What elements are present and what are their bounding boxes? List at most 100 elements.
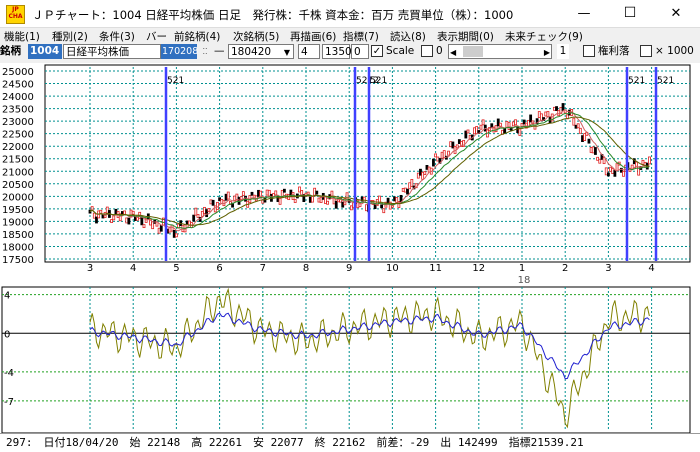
candle-bar — [330, 190, 334, 197]
zero-checkbox[interactable] — [421, 45, 433, 57]
arrow-left-icon[interactable]: ◀ — [450, 45, 456, 60]
candle-bar — [241, 191, 245, 197]
candle-bar — [157, 227, 161, 234]
param3-field[interactable]: 0 — [351, 44, 369, 59]
candle-bar — [598, 158, 602, 164]
candle-bar — [200, 210, 204, 217]
month-label: 4 — [648, 263, 654, 274]
candle-bar — [449, 141, 453, 148]
candle-bar — [311, 195, 314, 203]
maximize-button[interactable]: ☐ — [607, 0, 653, 27]
scroll-slider[interactable]: ◀ ▶ — [448, 44, 552, 59]
candle-bar — [546, 111, 550, 117]
candle-bar — [410, 179, 414, 187]
chart-area[interactable]: 25000 24500 24000 23500 23000 22500 22000 21500… — [0, 63, 700, 434]
candle-bar — [511, 121, 515, 127]
candle-bar — [110, 219, 113, 223]
stock-name-field[interactable]: 日経平均株価 — [63, 44, 161, 59]
candle-bar — [293, 199, 297, 203]
candle-bar — [187, 220, 191, 226]
param2-field[interactable]: 1350 — [322, 44, 352, 59]
candle-bar — [211, 199, 215, 206]
close-button[interactable]: ✕ — [653, 0, 699, 27]
candle-bar — [213, 205, 217, 213]
rights-checkbox[interactable] — [583, 45, 595, 57]
candle-bar — [308, 196, 312, 203]
month-label: 7 — [260, 263, 266, 274]
candle-bar — [140, 217, 144, 226]
candle-bar — [159, 224, 163, 232]
month-label: 8 — [303, 263, 309, 274]
candle-bar — [382, 208, 386, 214]
candle-bar — [380, 204, 384, 209]
arrow-right-icon[interactable]: ▶ — [544, 45, 550, 60]
event-marker-label: 521 — [657, 76, 674, 86]
candle-bar — [313, 187, 317, 196]
minimize-button[interactable]: — — [561, 0, 607, 27]
candle-bar — [572, 117, 576, 126]
scale-checkbox[interactable]: ✓ — [371, 45, 383, 57]
param1-field[interactable]: 4 — [298, 44, 320, 59]
candle-bar — [451, 141, 455, 149]
candle-bar — [578, 127, 582, 134]
spin-value[interactable]: 1 — [557, 44, 569, 59]
candle-bar — [419, 168, 422, 176]
price-axis-label: 21500 — [2, 155, 34, 166]
candle-bar — [479, 124, 483, 130]
month-label: 9 — [346, 263, 352, 274]
candle-bar — [576, 123, 580, 129]
month-label: 1 — [519, 263, 525, 274]
price-axis-label: 18000 — [2, 242, 34, 253]
candle-bar — [561, 103, 565, 111]
window-title: ＪＰチャート：1004 日経平均株価 日足 発行株：千株 資本金：百万 売買単位… — [32, 8, 514, 22]
candle-bar — [261, 199, 265, 204]
price-axis-label: 21000 — [2, 167, 34, 178]
candle-bar — [244, 195, 247, 202]
candle-bar — [365, 204, 368, 212]
candle-bar — [447, 150, 450, 156]
candle-bar — [298, 186, 301, 193]
indicator-axis-label: -7 — [4, 397, 14, 408]
candle-bar — [581, 135, 584, 143]
candle-bar — [544, 111, 548, 117]
multiplier-checkbox[interactable] — [640, 45, 652, 57]
candle-bar — [434, 153, 438, 158]
candle-bar — [455, 144, 459, 149]
candle-bar — [522, 119, 526, 125]
candle-bar — [274, 190, 278, 196]
month-label: 6 — [216, 263, 222, 274]
value-field[interactable]: 170208 — [161, 44, 198, 59]
candle-bar — [440, 151, 444, 159]
zero-label: 0 — [436, 45, 443, 57]
price-axis-label: 24000 — [2, 92, 34, 103]
slider-thumb[interactable] — [463, 46, 483, 57]
price-axis-label: 22000 — [2, 142, 34, 153]
candle-bar — [185, 220, 189, 225]
scale-label: Scale — [386, 45, 415, 57]
candle-bar — [466, 129, 470, 134]
month-label: 2 — [562, 263, 568, 274]
candle-bar — [203, 206, 206, 214]
candle-bar — [587, 138, 591, 144]
candle-bar — [105, 206, 109, 214]
price-panel-frame — [44, 64, 691, 263]
candle-bar — [615, 163, 619, 172]
candle-bar — [520, 122, 524, 127]
status-text: 297: 日付18/04/20 始 22148 高 22261 安 22077 … — [6, 436, 584, 449]
candle-bar — [174, 233, 178, 238]
candle-bar — [401, 187, 405, 192]
price-axis-label: 23000 — [2, 117, 34, 128]
candle-bar — [457, 139, 461, 144]
candle-bar — [224, 193, 228, 201]
month-label: 10 — [386, 263, 399, 274]
price-axis-label: 19000 — [2, 217, 34, 228]
candle-bar — [589, 147, 593, 153]
candle-bar — [95, 216, 98, 224]
candle-bar — [125, 217, 129, 224]
price-axis-label: 20500 — [2, 180, 34, 191]
candle-bar — [345, 192, 349, 201]
date-select[interactable]: 180420 ▼ — [228, 44, 294, 59]
window-title-bar: JP CHA ＪＰチャート：1004 日経平均株価 日足 発行株：千株 資本金：… — [0, 0, 700, 28]
chart-canvas: 25000 2450024000 2350023000 2250022000 21500… — [1, 64, 691, 434]
stock-code-field[interactable]: 1004 — [28, 44, 62, 59]
